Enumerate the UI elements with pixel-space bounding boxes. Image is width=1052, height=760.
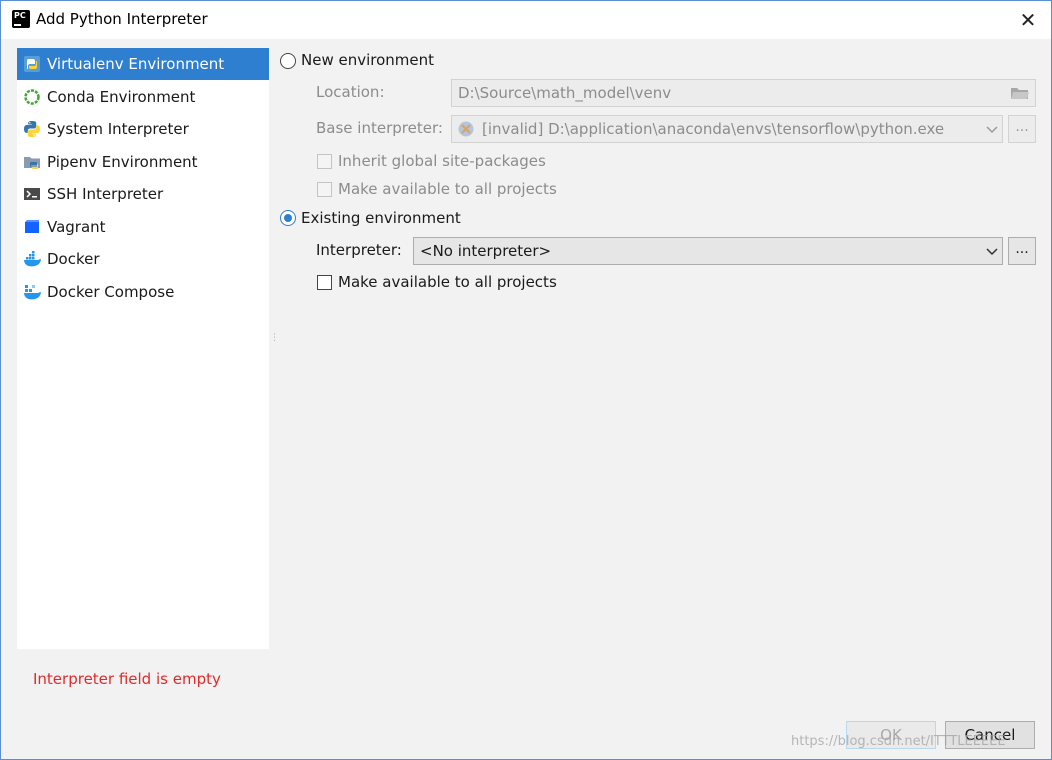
interpreter-type-list: Virtualenv Environment Conda Environment…: [17, 48, 269, 649]
sidebar-item-label: Virtualenv Environment: [47, 55, 225, 73]
chevron-down-icon[interactable]: [985, 122, 999, 136]
dialog-window: PC Add Python Interpreter ✕ Virtualenv E…: [0, 0, 1052, 760]
sidebar-item-label: Conda Environment: [47, 88, 196, 106]
title-bar: PC Add Python Interpreter ✕: [1, 1, 1051, 39]
base-interpreter-select[interactable]: [invalid] D:\application\anaconda\envs\t…: [451, 115, 1003, 143]
base-interpreter-label: Base interpreter:: [316, 119, 443, 137]
interpreter-select[interactable]: <No interpreter>: [413, 237, 1003, 265]
validation-error-message: Interpreter field is empty: [33, 670, 221, 688]
new-environment-radio[interactable]: [280, 53, 296, 69]
docker-icon: [23, 250, 41, 268]
sidebar-item-docker[interactable]: Docker: [17, 243, 269, 275]
close-button[interactable]: ✕: [1015, 7, 1041, 33]
new-env-make-available-label: Make available to all projects: [338, 180, 557, 198]
base-interpreter-value: [invalid] D:\application\anaconda\envs\t…: [482, 120, 945, 138]
terminal-icon: [23, 185, 41, 203]
sidebar-item-vagrant[interactable]: Vagrant: [17, 211, 269, 243]
interpreter-value: <No interpreter>: [420, 242, 552, 260]
sidebar-item-label: Docker Compose: [47, 283, 175, 301]
pipenv-icon: [23, 153, 41, 171]
location-value: D:\Source\math_model\venv: [458, 84, 672, 102]
sidebar-item-conda[interactable]: Conda Environment: [17, 81, 269, 113]
new-env-make-available-checkbox[interactable]: [317, 182, 332, 197]
location-input[interactable]: D:\Source\math_model\venv: [451, 79, 1036, 107]
conda-icon: [23, 88, 41, 106]
invalid-python-icon: [457, 120, 475, 138]
sidebar-item-label: Docker: [47, 250, 100, 268]
existing-env-make-available-label: Make available to all projects: [338, 273, 557, 291]
watermark-text: https://blog.csdn.net/ITTTLEEEEE: [791, 734, 1006, 749]
virtualenv-icon: [23, 55, 41, 73]
existing-env-make-available-checkbox[interactable]: [317, 275, 332, 290]
sidebar-item-label: System Interpreter: [47, 120, 189, 138]
location-label: Location:: [316, 83, 385, 101]
new-environment-label: New environment: [301, 51, 435, 69]
interpreter-label: Interpreter:: [316, 241, 402, 259]
inherit-site-packages-checkbox[interactable]: [317, 154, 332, 169]
base-interpreter-browse-button[interactable]: ...: [1008, 115, 1036, 143]
sidebar-item-label: SSH Interpreter: [47, 185, 164, 203]
existing-environment-label: Existing environment: [301, 209, 461, 227]
folder-icon[interactable]: [1010, 85, 1030, 101]
sidebar-item-docker-compose[interactable]: Docker Compose: [17, 276, 269, 308]
python-icon: [23, 120, 41, 138]
docker-compose-icon: [23, 283, 41, 301]
sidebar-item-ssh-interpreter[interactable]: SSH Interpreter: [17, 178, 269, 210]
sidebar-item-label: Pipenv Environment: [47, 153, 198, 171]
vagrant-icon: [23, 218, 41, 236]
sidebar-item-virtualenv[interactable]: Virtualenv Environment: [17, 48, 269, 80]
sidebar-item-system-interpreter[interactable]: System Interpreter: [17, 113, 269, 145]
panel-splitter-handle[interactable]: ⋮: [270, 334, 279, 360]
chevron-down-icon[interactable]: [985, 244, 999, 258]
sidebar-item-pipenv[interactable]: Pipenv Environment: [17, 146, 269, 178]
interpreter-browse-button[interactable]: ...: [1008, 237, 1036, 265]
dialog-title: Add Python Interpreter: [36, 10, 208, 28]
pycharm-logo-icon: PC: [10, 8, 32, 30]
inherit-site-packages-label: Inherit global site-packages: [338, 152, 546, 170]
existing-environment-radio[interactable]: [280, 210, 296, 226]
sidebar-item-label: Vagrant: [47, 218, 106, 236]
